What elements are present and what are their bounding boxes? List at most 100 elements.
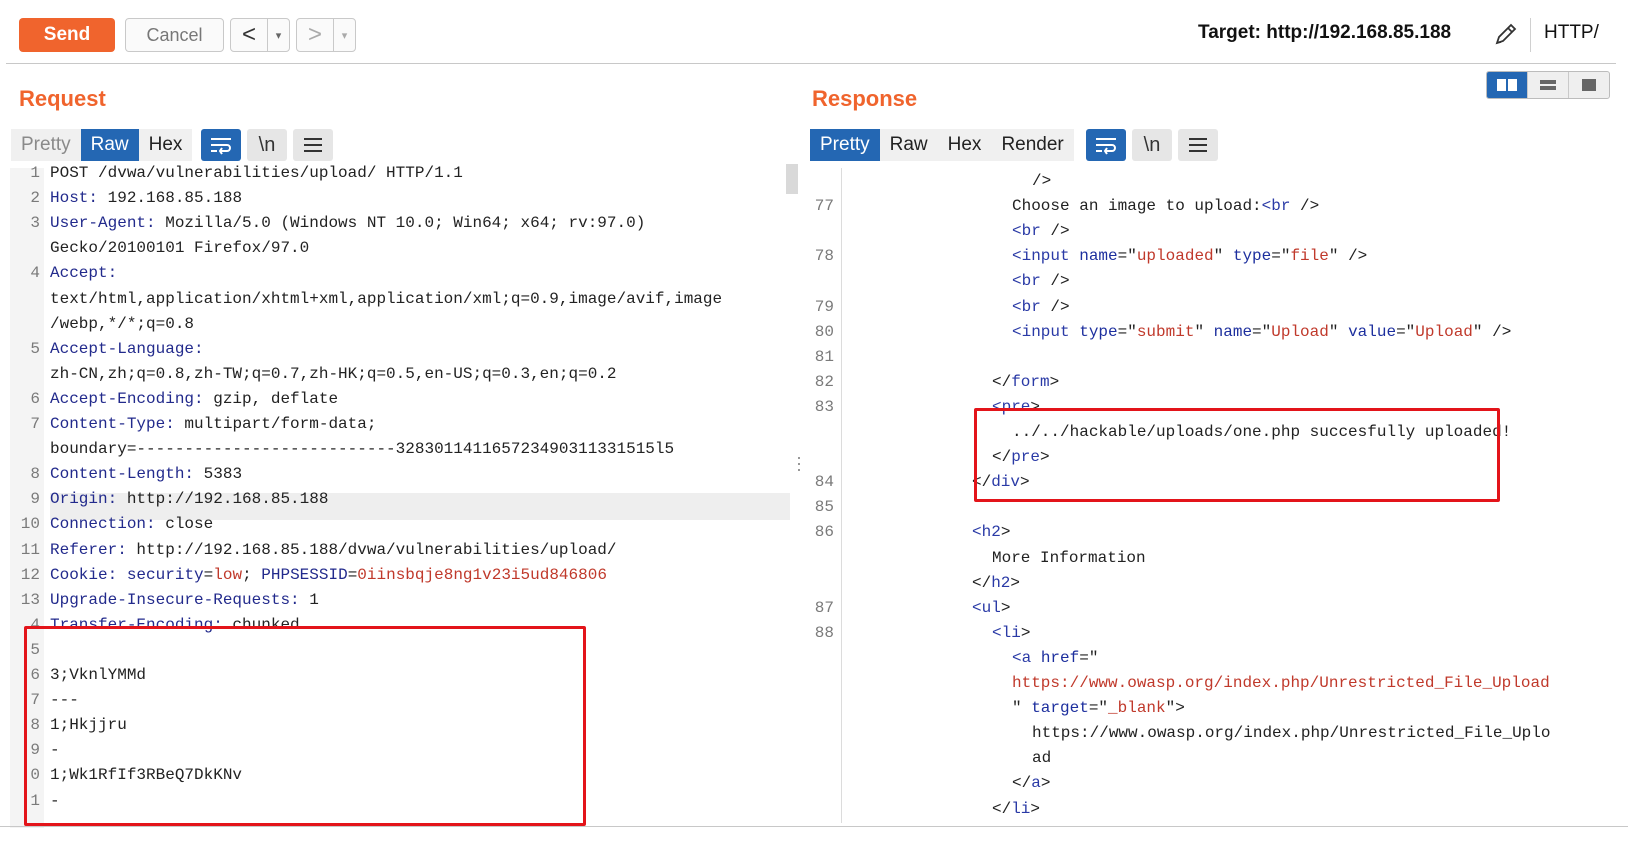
- code-token: Referer:: [50, 540, 127, 559]
- code-token: Upgrade-Insecure-Requests:: [50, 590, 300, 609]
- code-line[interactable]: zh-CN,zh;q=0.8,zh-TW;q=0.7,zh-HK;q=0.5,e…: [50, 361, 617, 387]
- cancel-button[interactable]: Cancel: [125, 18, 224, 52]
- code-token: " />: [1472, 322, 1512, 341]
- request-newline-toggle[interactable]: \n: [247, 129, 287, 161]
- pencil-edit-icon[interactable]: [1492, 20, 1520, 48]
- code-line[interactable]: Choose an image to upload:<br />: [1012, 193, 1319, 219]
- code-line[interactable]: ad: [1032, 745, 1051, 771]
- code-token: 192.168.85.188: [98, 189, 243, 208]
- code-line[interactable]: boundary=---------------------------3283…: [50, 436, 674, 462]
- code-line[interactable]: <li>: [992, 620, 1030, 646]
- code-line[interactable]: Referer: http://192.168.85.188/dvwa/vuln…: [50, 537, 617, 563]
- code-line[interactable]: Content-Type: multipart/form-data;: [50, 411, 376, 437]
- code-line[interactable]: https://www.owasp.org/index.php/Unrestri…: [1012, 670, 1550, 696]
- code-line[interactable]: </li>: [992, 796, 1040, 822]
- code-token: =": [1271, 247, 1291, 266]
- request-tab-pretty[interactable]: Pretty: [11, 129, 81, 161]
- code-line[interactable]: Accept-Encoding: gzip, deflate: [50, 386, 338, 412]
- line-number: 86: [814, 523, 834, 542]
- code-token: Mozilla/5.0 (Windows NT 10.0; Win64; x64…: [155, 214, 646, 233]
- request-tabbar: Pretty Raw Hex: [11, 129, 193, 161]
- request-wrap-lines-button[interactable]: [201, 129, 241, 161]
- response-tab-render[interactable]: Render: [991, 129, 1073, 161]
- request-menu-button[interactable]: [293, 129, 333, 161]
- forward-history-dropdown[interactable]: ▾: [333, 19, 355, 51]
- code-line[interactable]: Cookie: security=low; PHPSESSID=0iinsbqj…: [50, 562, 607, 588]
- code-token: _blank: [1108, 699, 1166, 718]
- code-line[interactable]: <input name="uploaded" type="file" />: [1012, 243, 1367, 269]
- back-history-dropdown[interactable]: ▾: [267, 19, 289, 51]
- response-menu-button[interactable]: [1178, 129, 1218, 161]
- code-line[interactable]: text/html,application/xhtml+xml,applicat…: [50, 286, 722, 312]
- code-token: form: [1011, 372, 1050, 391]
- code-line[interactable]: POST /dvwa/vulnerabilities/upload/ HTTP/…: [50, 160, 463, 186]
- code-line[interactable]: </form>: [992, 369, 1059, 395]
- code-line[interactable]: Connection: close: [50, 511, 213, 537]
- forward-arrow-button[interactable]: >: [297, 19, 333, 51]
- line-number: 83: [814, 397, 834, 416]
- line-number: 78: [814, 247, 834, 266]
- request-tab-hex[interactable]: Hex: [139, 129, 193, 161]
- response-tab-raw[interactable]: Raw: [880, 129, 938, 161]
- code-line[interactable]: /webp,*/*;q=0.8: [50, 311, 194, 337]
- code-line[interactable]: Gecko/20100101 Firefox/97.0: [50, 235, 309, 261]
- line-number: 1: [30, 164, 40, 182]
- line-number: 8: [30, 465, 40, 484]
- code-line[interactable]: Host: 192.168.85.188: [50, 185, 242, 211]
- back-arrow-button[interactable]: <: [231, 19, 267, 51]
- code-line[interactable]: User-Agent: Mozilla/5.0 (Windows NT 10.0…: [50, 210, 645, 236]
- response-newline-toggle[interactable]: \n: [1132, 129, 1172, 161]
- response-upload-success-highlight-box: [974, 408, 1500, 502]
- code-line[interactable]: </a>: [1012, 770, 1050, 796]
- code-token: />: [1032, 172, 1052, 190]
- http-version-label[interactable]: HTTP/: [1544, 22, 1628, 44]
- line-number: 81: [814, 347, 834, 366]
- code-token: >: [1049, 372, 1060, 391]
- code-token: =": [1117, 322, 1137, 341]
- line-number: 84: [814, 473, 834, 492]
- split-rows-icon: [1540, 80, 1556, 90]
- code-token: submit: [1136, 322, 1195, 341]
- send-button[interactable]: Send: [19, 18, 115, 52]
- hamburger-menu-icon: [1189, 138, 1207, 152]
- code-line[interactable]: Content-Length: 5383: [50, 461, 242, 487]
- code-token: <br: [1261, 197, 1291, 216]
- line-number: 3: [30, 214, 40, 233]
- code-line[interactable]: Accept-Language:: [50, 336, 204, 362]
- line-number: 11: [20, 540, 40, 559]
- layout-stacked-button[interactable]: [1528, 72, 1569, 98]
- response-tab-hex[interactable]: Hex: [938, 129, 992, 161]
- code-line[interactable]: <br />: [1012, 268, 1070, 294]
- response-tab-pretty[interactable]: Pretty: [810, 129, 880, 161]
- layout-single-button[interactable]: [1569, 72, 1609, 98]
- code-line[interactable]: <h2>: [972, 519, 1010, 545]
- code-token: ": [1328, 322, 1349, 341]
- layout-side-by-side-button[interactable]: [1487, 72, 1528, 98]
- response-wrap-lines-button[interactable]: [1086, 129, 1126, 161]
- code-line[interactable]: Accept:: [50, 260, 117, 286]
- code-line[interactable]: Origin: http://192.168.85.188: [50, 486, 328, 512]
- code-token: Gecko/20100101 Firefox/97.0: [50, 239, 310, 258]
- code-line[interactable]: <ul>: [972, 595, 1010, 621]
- code-token: >: [1000, 523, 1011, 542]
- code-line[interactable]: />: [1032, 168, 1051, 194]
- code-line[interactable]: <br />: [1012, 218, 1070, 244]
- code-line[interactable]: https://www.owasp.org/index.php/Unrestri…: [1032, 720, 1550, 746]
- code-token: https://www.owasp.org/index.php/Unrestri…: [1032, 724, 1551, 743]
- response-tabbar: Pretty Raw Hex Render: [810, 129, 1074, 161]
- code-token: 0iinsbqje8ng1v23i5ud846806: [357, 565, 607, 584]
- line-number: 2: [30, 189, 40, 208]
- code-line[interactable]: More Information: [992, 545, 1146, 571]
- code-line[interactable]: <input type="submit" name="Upload" value…: [1012, 319, 1511, 345]
- code-token: zh-CN,zh;q=0.8,zh-TW;q=0.7,zh-HK;q=0.5,e…: [50, 364, 617, 383]
- code-token: >: [1020, 623, 1031, 642]
- code-line[interactable]: " target="_blank">: [1012, 695, 1185, 721]
- code-token: Host:: [50, 189, 99, 208]
- code-line[interactable]: </h2>: [972, 570, 1020, 596]
- code-token: /webp,*/*;q=0.8: [50, 314, 195, 333]
- code-line[interactable]: <a href=": [1012, 645, 1098, 671]
- request-tab-raw[interactable]: Raw: [80, 129, 139, 161]
- code-line[interactable]: Upgrade-Insecure-Requests: 1: [50, 587, 319, 613]
- code-line[interactable]: <br />: [1012, 294, 1070, 320]
